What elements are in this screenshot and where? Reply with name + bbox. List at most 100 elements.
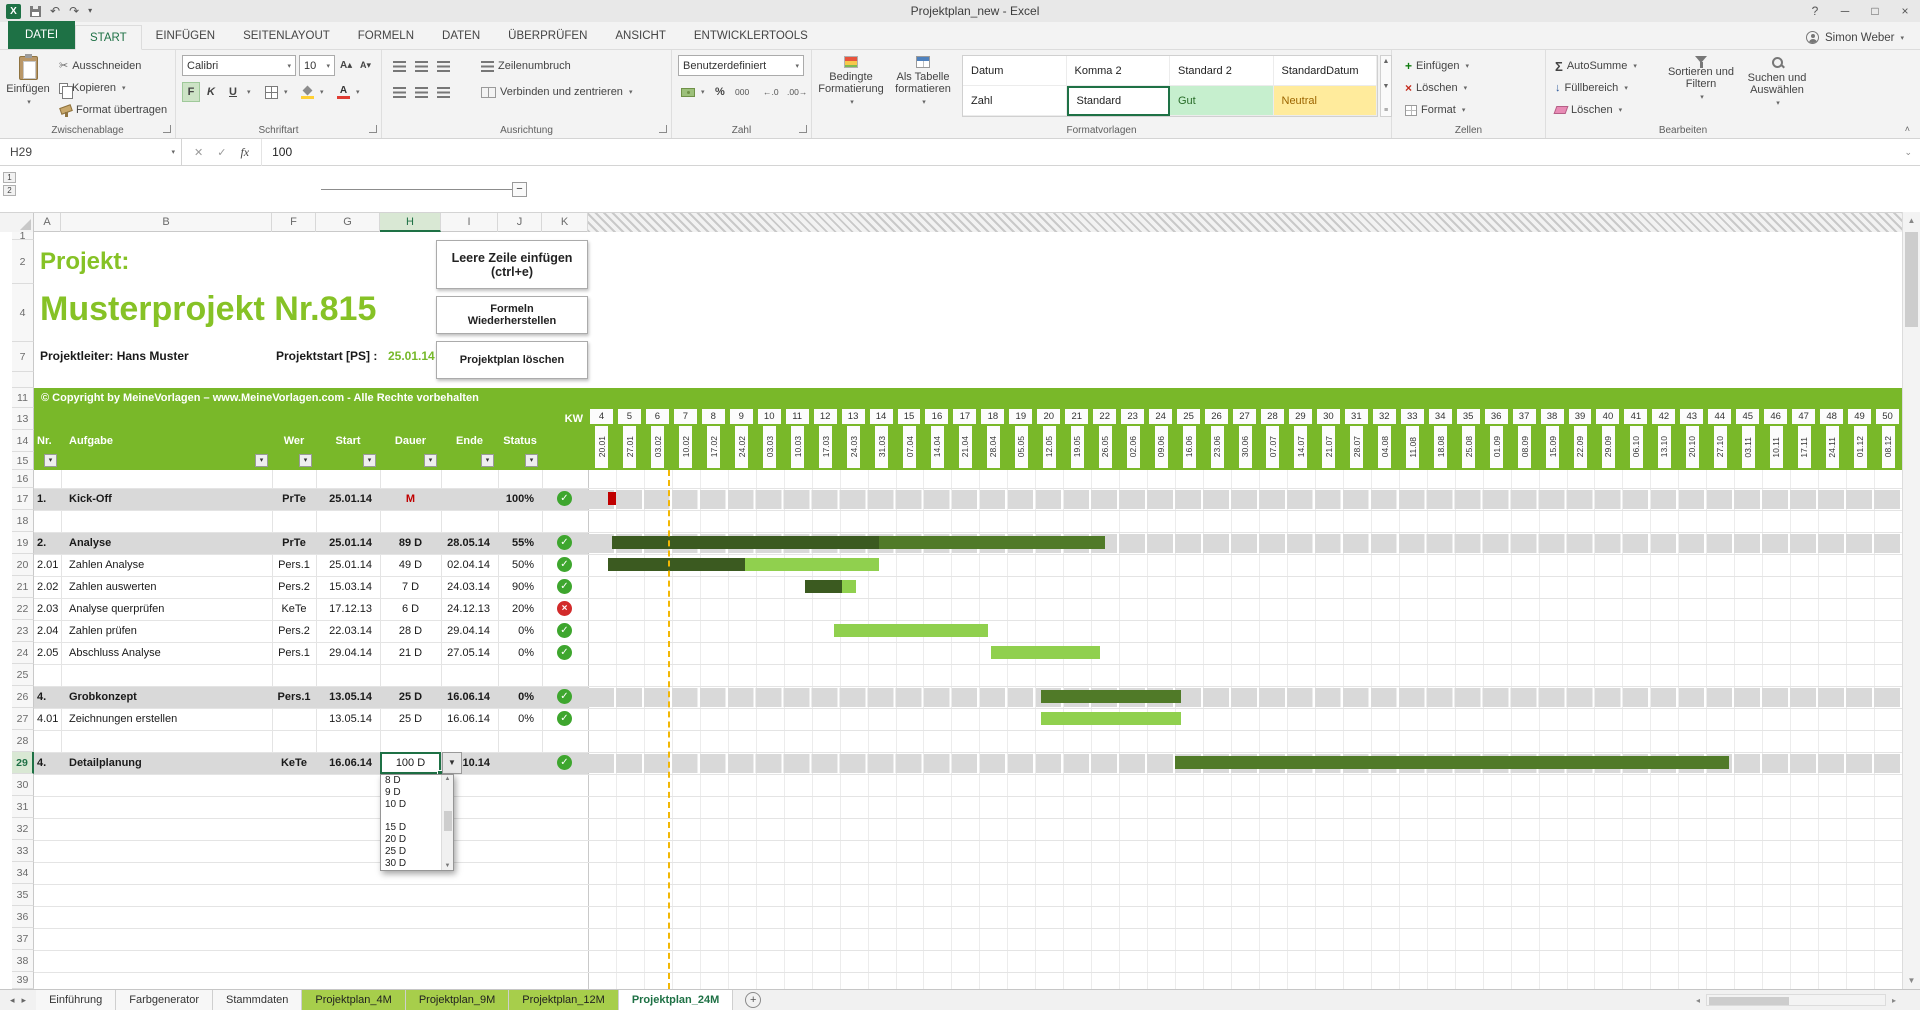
vertical-scrollbar[interactable]: ▲ ▼: [1902, 212, 1920, 989]
sheet-nav-left-icon[interactable]: ◂: [10, 995, 15, 1006]
row-header-16[interactable]: 16: [12, 470, 34, 488]
scroll-up-icon[interactable]: ▲: [1903, 212, 1920, 229]
cell-dauer[interactable]: 25 D: [380, 686, 441, 708]
column-header-A[interactable]: A: [34, 213, 61, 232]
column-header-B[interactable]: B: [61, 213, 272, 232]
row-header-17[interactable]: 17: [12, 488, 34, 510]
new-sheet-button[interactable]: +: [745, 992, 762, 1008]
cell-nr[interactable]: 2.05: [37, 642, 63, 664]
select-all-corner[interactable]: [0, 213, 34, 232]
gallery-down-icon[interactable]: ▼: [1383, 83, 1390, 90]
cell-dauer[interactable]: 6 D: [380, 598, 441, 620]
row-header-32[interactable]: 32: [12, 818, 34, 840]
cell-status[interactable]: 50%: [498, 554, 538, 576]
row-header-28[interactable]: 28: [12, 730, 34, 752]
cell-aufgabe[interactable]: Grobkonzept: [69, 686, 269, 708]
row-header-19[interactable]: 19: [12, 532, 34, 554]
increase-decimal-button[interactable]: ←.0: [760, 82, 782, 102]
cell-ende[interactable]: 16.06.14: [441, 686, 494, 708]
cell-aufgabe[interactable]: Zeichnungen erstellen: [69, 708, 269, 730]
ribbon-tab-entwicklertools[interactable]: ENTWICKLERTOOLS: [680, 24, 822, 49]
scroll-left-icon[interactable]: ◂: [1692, 996, 1704, 1005]
cell-nr[interactable]: 1.: [37, 488, 63, 510]
column-header-I[interactable]: I: [441, 213, 498, 232]
row-header-39[interactable]: 39: [12, 972, 34, 989]
cell-status[interactable]: 0%: [498, 642, 538, 664]
cell-ende[interactable]: [441, 488, 494, 510]
row-header-24[interactable]: 24: [12, 642, 34, 664]
row-header-35[interactable]: 35: [12, 884, 34, 906]
style-zahl[interactable]: Zahl: [963, 86, 1067, 116]
cell-dauer[interactable]: M: [380, 488, 441, 510]
align-center-button[interactable]: [412, 82, 431, 102]
sheet-tab-projektplan_4m[interactable]: Projektplan_4M: [302, 990, 406, 1010]
qat-customize-icon[interactable]: ▾: [88, 7, 92, 15]
find-select-button[interactable]: Suchen und Auswählen ▾: [1740, 52, 1814, 107]
font-family-select[interactable]: Calibri ▾: [182, 55, 296, 76]
cell-wer[interactable]: Pers.1: [272, 686, 316, 708]
cell-wer[interactable]: KeTe: [272, 598, 316, 620]
style-standard-2[interactable]: Standard 2: [1170, 56, 1274, 86]
cell-nr[interactable]: 2.03: [37, 598, 63, 620]
cell-nr[interactable]: 2.: [37, 532, 63, 554]
sheet-tab-farbgenerator[interactable]: Farbgenerator: [116, 990, 213, 1010]
cell-nr[interactable]: 4.: [37, 752, 63, 774]
row-header-1[interactable]: 1: [12, 232, 34, 240]
row-header-22[interactable]: 22: [12, 598, 34, 620]
cell-ende[interactable]: 27.05.14: [441, 642, 494, 664]
row-header-15[interactable]: 15: [12, 452, 34, 470]
cell-status[interactable]: 0%: [498, 620, 538, 642]
horizontal-scroll-thumb[interactable]: [1708, 996, 1789, 1005]
row-header-34[interactable]: 34: [12, 862, 34, 884]
clipboard-dialog-launcher-icon[interactable]: [163, 125, 171, 133]
redo-icon[interactable]: ↷: [69, 5, 79, 17]
sheet-tab-projektplan_24m[interactable]: Projektplan_24M: [618, 990, 734, 1010]
merge-center-button[interactable]: Verbinden und zentrieren ▾: [478, 82, 635, 102]
accounting-format-button[interactable]: ▾: [678, 82, 708, 102]
filter-button-A[interactable]: ▾: [44, 454, 57, 467]
cell-status[interactable]: 0%: [498, 686, 538, 708]
row-header-7[interactable]: 7: [12, 342, 34, 372]
row-header-21[interactable]: 21: [12, 576, 34, 598]
cell-start[interactable]: 17.12.13: [316, 598, 376, 620]
scroll-right-icon[interactable]: ▸: [1888, 996, 1900, 1005]
collapse-group-button[interactable]: −: [512, 182, 527, 197]
shrink-font-button[interactable]: A▾: [357, 55, 374, 75]
row-header-18[interactable]: 18: [12, 510, 34, 532]
filter-button-G[interactable]: ▾: [363, 454, 376, 467]
style-neutral[interactable]: Neutral: [1273, 86, 1377, 116]
paste-button[interactable]: Einfügen ▾: [4, 52, 52, 106]
sheet-tab-einführung[interactable]: Einführung: [36, 990, 117, 1010]
cell-dauer[interactable]: 25 D: [380, 708, 441, 730]
filter-button-B[interactable]: ▾: [255, 454, 268, 467]
cell-dauer[interactable]: 21 D: [380, 642, 441, 664]
dropdown-scrollbar[interactable]: ▲ ▼: [441, 775, 453, 870]
style-standard[interactable]: Standard: [1066, 86, 1170, 116]
cancel-icon[interactable]: ✕: [194, 146, 203, 159]
maximize-button[interactable]: □: [1860, 0, 1890, 22]
gallery-scroll[interactable]: ▲ ▼ ≡: [1380, 55, 1392, 117]
clear-plan-button[interactable]: Projektplan löschen: [436, 341, 588, 379]
format-cells-button[interactable]: Format ▾: [1402, 100, 1468, 120]
align-right-button[interactable]: [434, 82, 453, 102]
row-header-14[interactable]: 14: [12, 430, 34, 452]
validation-dropdown-list[interactable]: 8 D9 D 10 D 15 D 20 D 25 D 30 D ▲ ▼: [380, 774, 454, 871]
cell-start[interactable]: 15.03.14: [316, 576, 376, 598]
sheet-tab-stammdaten[interactable]: Stammdaten: [213, 990, 303, 1010]
validation-dropdown-button[interactable]: ▼: [442, 752, 462, 774]
format-as-table-button[interactable]: Als Tabelle formatieren ▾: [888, 52, 958, 106]
cell-ende[interactable]: 24.12.13: [441, 598, 494, 620]
align-top-button[interactable]: [390, 56, 409, 76]
autosum-button[interactable]: Σ AutoSumme ▾: [1552, 56, 1640, 76]
number-format-select[interactable]: Benutzerdefiniert ▾: [678, 55, 804, 76]
column-header-H[interactable]: H: [380, 213, 441, 232]
style-standarddatum[interactable]: StandardDatum: [1273, 56, 1377, 86]
cell-wer[interactable]: PrTe: [272, 488, 316, 510]
close-button[interactable]: ×: [1890, 0, 1920, 22]
excel-logo-icon[interactable]: X: [6, 3, 21, 19]
cell-aufgabe[interactable]: Kick-Off: [69, 488, 269, 510]
row-header-25[interactable]: 25: [12, 664, 34, 686]
vertical-scroll-thumb[interactable]: [1905, 232, 1918, 327]
sort-filter-button[interactable]: Sortieren und Filtern ▾: [1664, 52, 1738, 101]
underline-button[interactable]: U ▾: [222, 82, 254, 102]
